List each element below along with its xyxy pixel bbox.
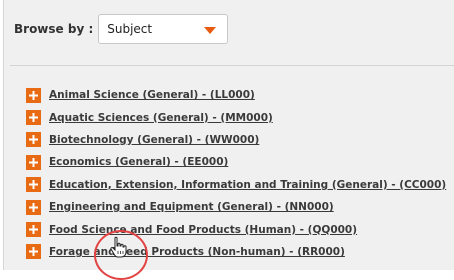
plus-icon[interactable] — [26, 87, 41, 103]
subject-item[interactable]: Engineering and Equipment (General) - (N… — [26, 196, 446, 218]
subject-link[interactable]: Food Science and Food Products (Human) -… — [49, 224, 357, 236]
subject-link[interactable]: Biotechnology (General) - (WW000) — [49, 134, 259, 146]
browse-by-label: Browse by : — [14, 22, 94, 36]
subject-link[interactable]: Animal Science (General) - (LL000) — [49, 89, 255, 101]
plus-icon[interactable] — [26, 154, 41, 170]
subject-link[interactable]: Engineering and Equipment (General) - (N… — [49, 201, 334, 213]
subject-item[interactable]: Aquatic Sciences (General) - (MM000) — [26, 106, 446, 128]
subject-item[interactable]: Economics (General) - (EE000) — [26, 151, 446, 173]
browse-panel: Browse by : Subject Animal Science (Gene… — [3, 0, 454, 280]
subject-item[interactable]: Biotechnology (General) - (WW000) — [26, 129, 446, 151]
divider — [10, 65, 454, 66]
subject-link[interactable]: Education, Extension, Information and Tr… — [49, 179, 446, 191]
plus-icon[interactable] — [26, 177, 41, 193]
hand-cursor-icon — [110, 236, 127, 258]
plus-icon[interactable] — [26, 110, 41, 126]
subject-item[interactable]: Food Science and Food Products (Human) -… — [26, 218, 446, 240]
caret-down-icon — [204, 27, 217, 34]
subject-link[interactable]: Economics (General) - (EE000) — [49, 156, 228, 168]
browse-by-selected-value: Subject — [107, 22, 153, 36]
subject-item[interactable]: Education, Extension, Information and Tr… — [26, 174, 446, 196]
plus-icon[interactable] — [26, 199, 41, 215]
plus-icon[interactable] — [26, 222, 41, 238]
subject-item[interactable]: Animal Science (General) - (LL000) — [26, 84, 446, 106]
browse-by-row: Browse by : Subject — [14, 14, 229, 44]
browse-by-select[interactable]: Subject — [98, 14, 229, 44]
plus-icon[interactable] — [26, 132, 41, 148]
subject-item[interactable]: Forage and Feed Products (Non-human) - (… — [26, 241, 446, 263]
plus-icon[interactable] — [26, 244, 41, 260]
subject-link[interactable]: Aquatic Sciences (General) - (MM000) — [49, 112, 273, 124]
subject-list: Animal Science (General) - (LL000) Aquat… — [26, 84, 446, 263]
